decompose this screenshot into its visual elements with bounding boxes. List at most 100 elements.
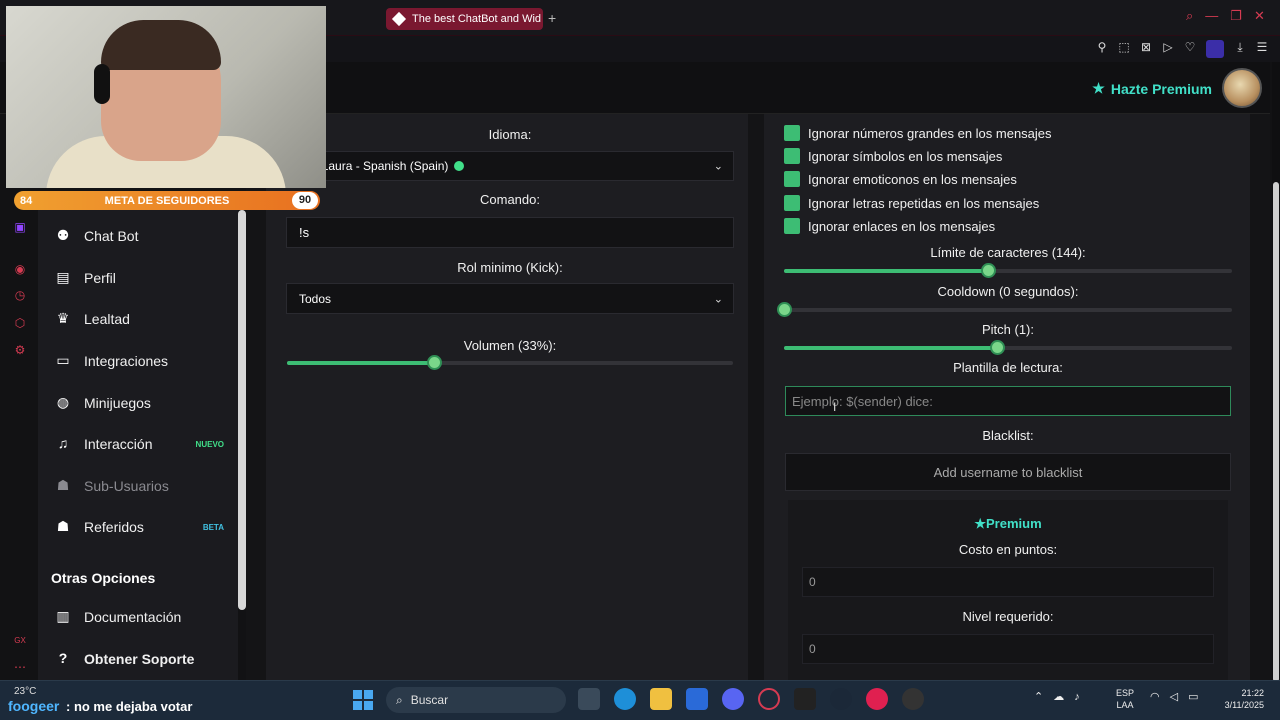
microphone-icon[interactable]: ♪ xyxy=(1074,691,1080,703)
maximize-icon[interactable]: ❐ xyxy=(1230,8,1242,24)
media-player-icon[interactable] xyxy=(866,688,888,710)
discord-icon[interactable] xyxy=(722,688,744,710)
sidebar-item-soporte[interactable]: ? Obtener Soporte xyxy=(54,644,234,674)
template-input[interactable]: Ejemplo: $(sender) dice: xyxy=(785,386,1231,416)
windows-start-icon[interactable] xyxy=(353,690,373,710)
cloud-icon[interactable]: ☁ xyxy=(1053,690,1064,703)
avatar[interactable] xyxy=(1222,68,1262,108)
clock[interactable]: 21:22 3/11/2025 xyxy=(1208,687,1264,711)
folder-icon[interactable] xyxy=(650,688,672,710)
language-label: Idioma: xyxy=(488,127,532,142)
heart-icon[interactable]: ♡ xyxy=(1184,40,1196,58)
checkbox-box[interactable] xyxy=(784,171,800,187)
gamepad-icon: ◍ xyxy=(56,394,70,410)
robot-icon: ⚉ xyxy=(56,227,70,243)
pitch-slider[interactable] xyxy=(784,340,1232,355)
download-icon[interactable]: ⤓ xyxy=(1234,40,1246,58)
page-scrollbar[interactable] xyxy=(1272,62,1280,682)
pitch-label: Pitch (1): xyxy=(981,322,1034,337)
volume-slider[interactable] xyxy=(287,355,733,370)
blacklist-input[interactable]: Add username to blacklist xyxy=(785,453,1231,491)
block-icon[interactable]: ⊠ xyxy=(1140,40,1152,58)
book-icon: ▥ xyxy=(56,608,70,624)
beta-badge: BETA xyxy=(202,522,224,532)
language-select[interactable]: soft Laura - Spanish (Spain) ⌄ xyxy=(286,151,734,181)
level-label: Nivel requerido: xyxy=(962,609,1054,624)
weather-widget[interactable]: 23°C xyxy=(14,686,36,697)
sidebar-item-lealtad[interactable]: ♛ Lealtad xyxy=(54,304,234,334)
chevron-up-icon[interactable]: ⌃ xyxy=(1034,690,1043,703)
tab-title: The best ChatBot and Wid xyxy=(412,13,542,25)
sidebar-item-sub-usuarios[interactable]: ☗ Sub-Usuarios xyxy=(54,471,234,501)
sidebar-item-perfil[interactable]: ▤ Perfil xyxy=(54,263,234,293)
window-controls: ⌕ — ❐ ✕ xyxy=(1186,8,1265,24)
task-view-icon[interactable] xyxy=(578,688,600,710)
extension-icon[interactable] xyxy=(1206,40,1224,58)
play-icon[interactable]: ▷ xyxy=(1162,40,1174,58)
new-tab-button[interactable]: + xyxy=(548,10,556,26)
slider-handle[interactable] xyxy=(777,302,792,317)
id-card-icon: ▤ xyxy=(56,269,70,285)
browser-tab-active[interactable]: The best ChatBot and Wid xyxy=(386,8,543,30)
role-label: Rol minimo (Kick): xyxy=(457,260,563,275)
sidebar-item-documentacion[interactable]: ▥ Documentación xyxy=(54,602,234,632)
checkbox-ignore-repeated[interactable]: Ignorar letras repetidas en los mensajes xyxy=(784,195,1039,211)
sidebar-item-minijuegos[interactable]: ◍ Minijuegos xyxy=(54,388,234,418)
role-select[interactable]: Todos ⌄ xyxy=(286,283,734,314)
checkbox-box[interactable] xyxy=(784,125,800,141)
level-input[interactable]: 0 xyxy=(802,634,1214,664)
pin-icon[interactable]: ⚲ xyxy=(1096,40,1108,58)
volume-icon[interactable]: ◁ xyxy=(1170,690,1178,703)
slider-fill xyxy=(287,361,435,365)
taskbar-search[interactable]: ⌕ Buscar xyxy=(386,687,566,713)
battery-icon[interactable]: ▭ xyxy=(1188,690,1198,703)
wifi-icon[interactable]: ◠ xyxy=(1150,690,1160,703)
epic-games-icon[interactable] xyxy=(794,688,816,710)
steam-icon[interactable] xyxy=(830,688,852,710)
checkbox-ignore-links[interactable]: Ignorar enlaces en los mensajes xyxy=(784,218,995,234)
command-label: Comando: xyxy=(480,192,540,207)
char-limit-slider[interactable] xyxy=(784,263,1232,278)
slider-handle[interactable] xyxy=(980,263,996,278)
follower-goal-bar: META DE SEGUIDORES 84 90 xyxy=(14,191,320,210)
sidebar-scrollbar[interactable] xyxy=(238,210,246,610)
premium-title: ★Premium xyxy=(974,516,1042,531)
checkbox-ignore-numbers[interactable]: Ignorar números grandes en los mensajes xyxy=(784,125,1052,141)
pen-app-icon[interactable] xyxy=(686,688,708,710)
clock-icon[interactable]: ◷ xyxy=(13,288,27,302)
obs-icon[interactable] xyxy=(902,688,924,710)
search-icon[interactable]: ⌕ xyxy=(1186,8,1193,24)
minimize-icon[interactable]: — xyxy=(1205,8,1218,24)
premium-link[interactable]: ★ Hazte Premium xyxy=(1092,80,1212,97)
more-icon[interactable]: ⋯ xyxy=(13,660,27,674)
other-options-heading: Otras Opciones xyxy=(51,570,156,586)
opera-gx-icon[interactable] xyxy=(758,688,780,710)
checkbox-box[interactable] xyxy=(784,195,800,211)
record-icon[interactable]: ◉ xyxy=(13,262,27,276)
edge-icon[interactable] xyxy=(614,688,636,710)
cooldown-slider[interactable] xyxy=(777,302,1232,317)
cube-icon[interactable]: ⬡ xyxy=(13,316,27,330)
checkbox-box[interactable] xyxy=(784,218,800,234)
menu-icon[interactable]: ☰ xyxy=(1256,40,1268,58)
command-input[interactable]: !s xyxy=(286,217,734,248)
sidebar-item-interaccion[interactable]: ♫ Interacción NUEVO xyxy=(54,429,234,459)
checkbox-ignore-emotes[interactable]: Ignorar emoticonos en los mensajes xyxy=(784,171,1017,187)
snapshot-icon[interactable]: ⬚ xyxy=(1118,40,1130,58)
language-indicator[interactable]: ESP LAA xyxy=(1116,687,1134,711)
scrollbar-thumb[interactable] xyxy=(1273,182,1279,682)
site-logo-icon xyxy=(391,11,407,27)
checkbox-ignore-symbols[interactable]: Ignorar símbolos en los mensajes xyxy=(784,148,1002,164)
sidebar-item-referidos[interactable]: ☗ Referidos BETA xyxy=(54,512,234,542)
sidebar-item-chat-bot[interactable]: ⚉ Chat Bot xyxy=(54,221,234,251)
slider-handle[interactable] xyxy=(989,340,1005,355)
chevron-down-icon: ⌄ xyxy=(713,293,723,305)
cost-input[interactable]: 0 xyxy=(802,567,1214,597)
settings-icon[interactable]: ⚙ xyxy=(13,343,27,357)
twitch-icon[interactable]: ▣ xyxy=(13,220,27,234)
sidebar-item-integraciones[interactable]: ▭ Integraciones xyxy=(54,346,234,376)
checkbox-box[interactable] xyxy=(784,148,800,164)
gx-icon[interactable]: GX xyxy=(13,634,27,648)
close-icon[interactable]: ✕ xyxy=(1254,8,1265,24)
star-icon: ★ xyxy=(1092,80,1105,96)
